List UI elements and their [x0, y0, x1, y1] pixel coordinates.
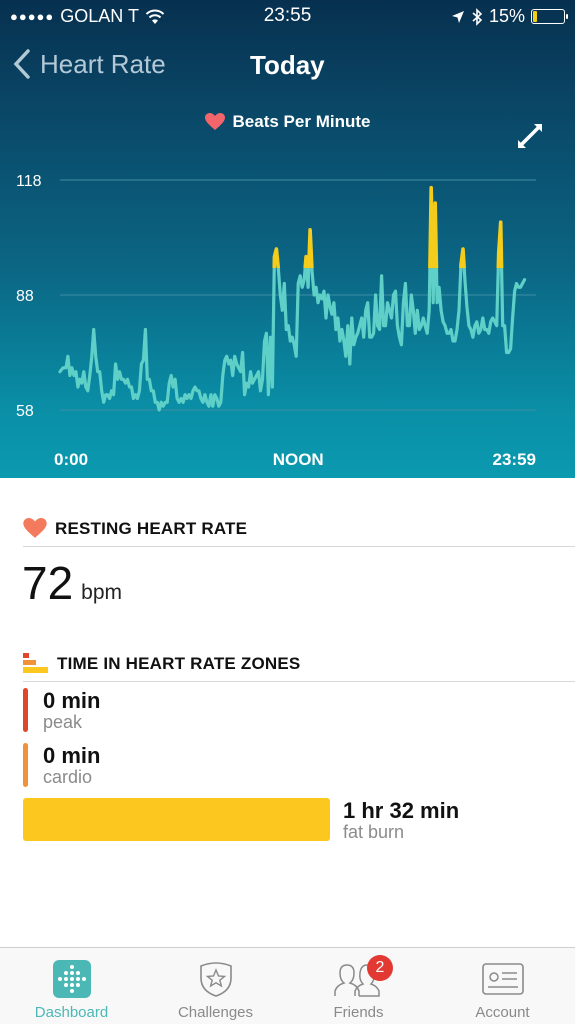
divider — [23, 681, 575, 682]
friends-notification-badge: 2 — [367, 955, 393, 981]
heart-rate-line-fat-burn-segment — [272, 185, 504, 269]
tab-account-label: Account — [475, 1004, 530, 1021]
tab-dashboard[interactable]: Dashboard — [0, 948, 143, 1024]
tab-dashboard-label: Dashboard — [34, 1004, 109, 1021]
x-tick-label: NOON — [273, 450, 324, 469]
status-bar: ●●●●● GOLAN T 23:55 15% — [0, 0, 575, 34]
chevron-left-icon — [13, 49, 30, 79]
back-button-label: Heart Rate — [40, 48, 166, 79]
resting-heart-rate-title: RESTING HEART RATE — [55, 518, 248, 538]
zone-peak-label: peak — [43, 712, 83, 732]
heart-icon — [204, 113, 225, 130]
heart-rate-line — [58, 268, 527, 412]
battery-percent: 15% — [488, 6, 525, 26]
zone-fat-burn-bar[interactable] — [23, 798, 330, 841]
zone-fat-burn-label: fat burn — [343, 822, 405, 842]
chart-legend: Beats Per Minute — [0, 112, 575, 132]
zones-bars-icon — [23, 653, 48, 673]
tab-challenges-label: Challenges — [177, 1004, 254, 1021]
navigation-bar: Heart Rate Today — [0, 40, 575, 90]
bluetooth-icon — [472, 7, 483, 26]
zone-cardio-label: cardio — [43, 767, 93, 787]
challenges-shield-star-icon — [199, 962, 232, 997]
battery-icon — [531, 9, 568, 24]
tab-challenges[interactable]: Challenges — [144, 948, 287, 1024]
page-title: Today — [250, 50, 325, 80]
expand-chart-button[interactable] — [514, 120, 546, 152]
x-tick-label: 23:59 — [493, 450, 536, 469]
dashboard-icon — [52, 960, 91, 998]
resting-heart-rate-value: 72 bpm — [22, 556, 122, 610]
divider — [23, 546, 575, 547]
heart-rate-zones-title: TIME IN HEART RATE ZONES — [57, 654, 301, 673]
resting-bpm-number: 72 — [22, 557, 74, 609]
zone-cardio-indicator — [23, 743, 28, 787]
back-button[interactable]: Heart Rate — [12, 48, 166, 80]
zone-peak-value: 0 min — [43, 688, 101, 713]
legend-label: Beats Per Minute — [232, 112, 371, 131]
heart-rate-zones-header: TIME IN HEART RATE ZONES — [23, 653, 300, 675]
resting-bpm-unit: bpm — [81, 581, 123, 604]
heart-rate-hero-panel: ●●●●● GOLAN T 23:55 15% Heart Rate Today… — [0, 0, 575, 478]
zone-peak-indicator — [23, 688, 28, 732]
heart-rate-chart[interactable]: 118 88 58 0:00 NOON 23:59 — [0, 160, 575, 478]
tab-friends[interactable]: 2 Friends — [287, 948, 430, 1024]
zone-cardio-value: 0 min — [43, 743, 101, 768]
tab-bar: Dashboard Challenges 2 Friends Account — [0, 947, 575, 1024]
zone-fat-burn-value: 1 hr 32 min — [343, 798, 460, 823]
expand-icon — [518, 124, 542, 148]
location-arrow-icon — [451, 10, 464, 23]
y-tick-label: 58 — [16, 403, 34, 420]
tab-friends-label: Friends — [333, 1004, 384, 1021]
x-tick-label: 0:00 — [54, 450, 88, 469]
resting-heart-rate-header: RESTING HEART RATE — [23, 518, 247, 539]
heart-icon — [23, 518, 47, 538]
y-tick-label: 118 — [16, 173, 42, 190]
account-card-icon — [481, 963, 524, 995]
tab-account[interactable]: Account — [431, 948, 574, 1024]
y-tick-label: 88 — [16, 288, 34, 305]
